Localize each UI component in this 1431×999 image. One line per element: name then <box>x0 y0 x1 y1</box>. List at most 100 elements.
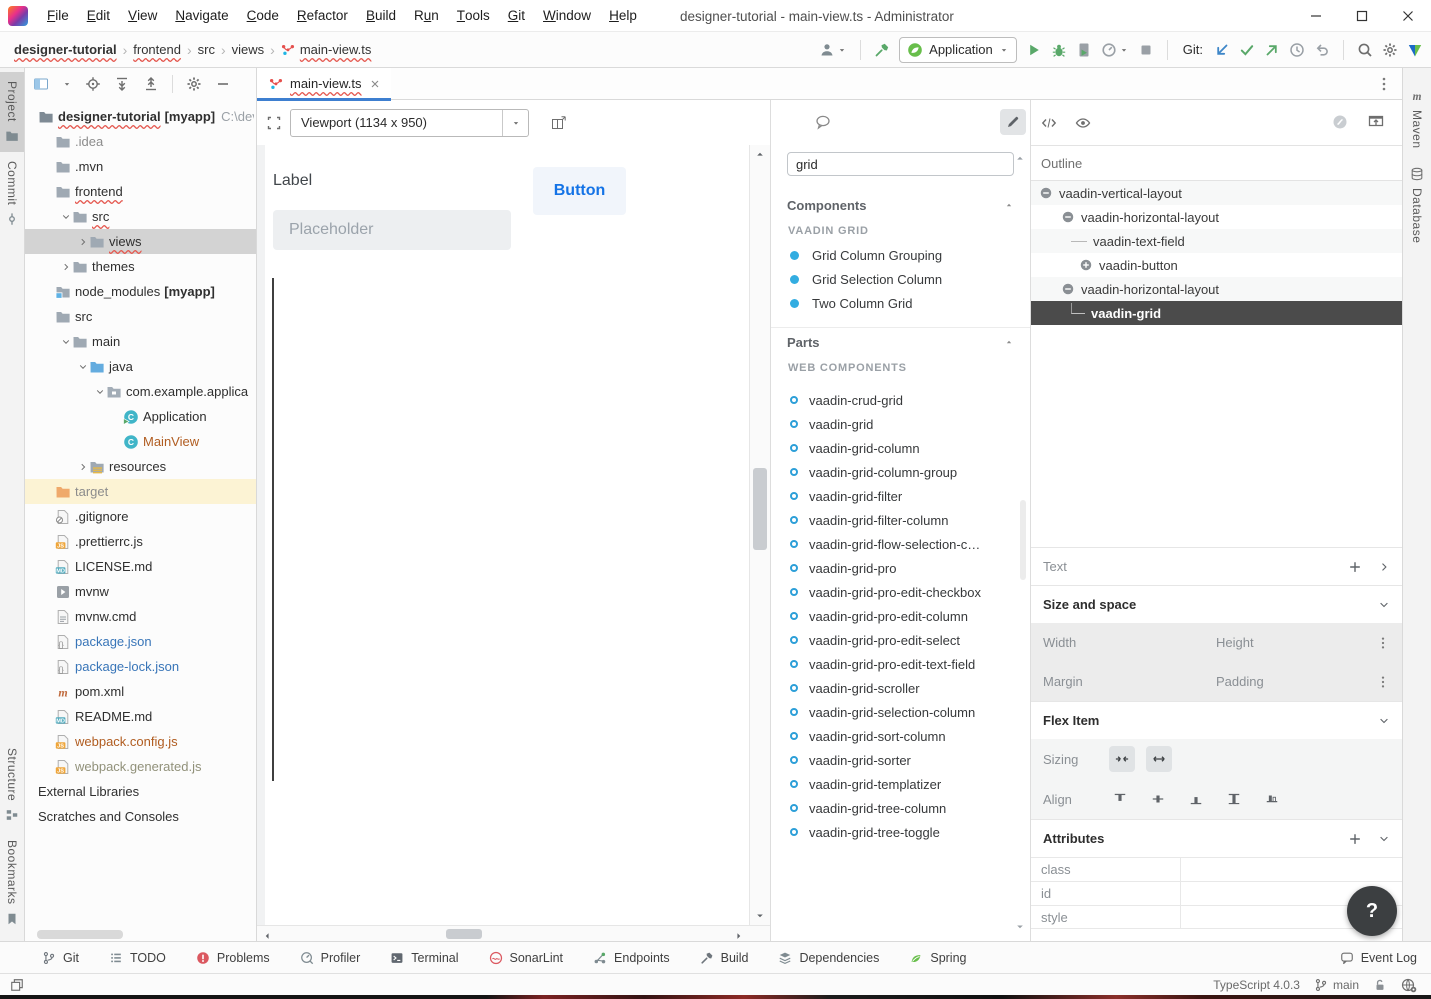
translation-settings-icon[interactable] <box>1401 977 1417 993</box>
view-source-icon[interactable] <box>1041 115 1057 131</box>
menu-git[interactable]: Git <box>499 0 534 31</box>
canvas-vertical-scrollbar[interactable] <box>749 145 770 925</box>
expand-node-icon[interactable] <box>1079 258 1093 272</box>
tree-item-com-example-applica[interactable]: com.example.applica <box>25 379 256 404</box>
outline-node-vaadin-vertical-layout[interactable]: vaadin-vertical-layout <box>1031 181 1402 205</box>
toolwindow-git[interactable]: Git <box>42 951 79 965</box>
project-settings-icon[interactable] <box>186 76 202 92</box>
outline-node-vaadin-text-field[interactable]: vaadin-text-field <box>1031 229 1402 253</box>
menu-help[interactable]: Help <box>600 0 646 31</box>
canvas-horizontal-scrollbar[interactable] <box>257 925 770 941</box>
outline-node-vaadin-horizontal-layout[interactable]: vaadin-horizontal-layout <box>1031 277 1402 301</box>
part-vaadin-grid-scroller[interactable]: vaadin-grid-scroller <box>771 676 1030 700</box>
tree-item-main[interactable]: main <box>25 329 256 354</box>
stripe-item-project[interactable]: Project <box>0 72 24 152</box>
palette-scroll-up-icon[interactable] <box>1015 153 1025 163</box>
typescript-status[interactable]: TypeScript 4.0.3 <box>1213 978 1300 992</box>
part-vaadin-grid-filter-column[interactable]: vaadin-grid-filter-column <box>771 508 1030 532</box>
scroll-left-icon[interactable] <box>262 931 272 941</box>
preview-eye-icon[interactable] <box>1075 115 1091 131</box>
tree-item-pom-xml[interactable]: mpom.xml <box>25 679 256 704</box>
menu-refactor[interactable]: Refactor <box>288 0 357 31</box>
commit-button[interactable] <box>1239 42 1255 58</box>
scroll-up-icon[interactable] <box>755 149 765 159</box>
close-button[interactable] <box>1385 0 1431 31</box>
canvas-label-element[interactable]: Label <box>273 171 312 191</box>
scroll-down-icon[interactable] <box>755 911 765 921</box>
align-bottom-button[interactable] <box>1185 788 1207 810</box>
close-tab-icon[interactable] <box>369 78 381 90</box>
component-two-column-grid[interactable]: Two Column Grid <box>771 291 1030 315</box>
tree-item-mainview[interactable]: CMainView <box>25 429 256 454</box>
tree-item--idea[interactable]: .idea <box>25 129 256 154</box>
toolwindow-profiler[interactable]: Profiler <box>300 951 361 965</box>
breadcrumb-designer-tutorial[interactable]: designer-tutorial <box>10 40 121 59</box>
collapse-node-icon[interactable] <box>1061 282 1075 296</box>
tree-item-target[interactable]: target <box>25 479 256 504</box>
field-padding[interactable]: Padding <box>1216 674 1376 689</box>
stripe-item-commit[interactable]: Commit <box>0 152 24 235</box>
history-button[interactable] <box>1289 42 1305 58</box>
viewport-select[interactable]: Viewport (1134 x 950) <box>290 109 529 137</box>
outline-node-vaadin-grid[interactable]: vaadin-grid <box>1031 301 1402 325</box>
menu-window[interactable]: Window <box>534 0 600 31</box>
maximize-button[interactable] <box>1339 0 1385 31</box>
feedback-bubble-icon[interactable] <box>815 114 831 130</box>
add-attribute-icon[interactable] <box>1348 832 1362 846</box>
collapse-node-icon[interactable] <box>1039 186 1053 200</box>
breadcrumb-main-view-ts[interactable]: main-view.ts <box>277 40 376 59</box>
stripe-item-database[interactable]: Database <box>1403 158 1431 252</box>
tree-item-src[interactable]: src <box>25 204 256 229</box>
breadcrumb-views[interactable]: views <box>228 40 269 59</box>
scroll-right-icon[interactable] <box>734 931 744 941</box>
size-section-header[interactable]: Size and space <box>1031 585 1402 623</box>
debug-button[interactable] <box>1051 42 1067 58</box>
tree-item-resources[interactable]: resources <box>25 454 256 479</box>
align-baseline-button[interactable] <box>1261 788 1283 810</box>
part-vaadin-grid-pro-edit-column[interactable]: vaadin-grid-pro-edit-column <box>771 604 1030 628</box>
open-in-browser-icon[interactable] <box>1368 113 1384 129</box>
breadcrumb-src[interactable]: src <box>194 40 219 59</box>
design-canvas[interactable]: Label Button Placeholder <box>265 145 749 925</box>
select-frame-icon[interactable] <box>266 115 282 131</box>
part-vaadin-grid-column-group[interactable]: vaadin-grid-column-group <box>771 460 1030 484</box>
part-vaadin-grid-pro-edit-select[interactable]: vaadin-grid-pro-edit-select <box>771 628 1030 652</box>
project-horizontal-scrollbar[interactable] <box>37 930 123 939</box>
chevron-right-icon[interactable] <box>1378 561 1390 573</box>
lock-icon[interactable] <box>1373 978 1387 992</box>
viewport-caret[interactable] <box>502 110 528 136</box>
toolwindow-endpoints[interactable]: Endpoints <box>593 951 670 965</box>
toolwindow-todo[interactable]: TODO <box>109 951 166 965</box>
toolwindow-event-log[interactable]: Event Log <box>1340 951 1417 965</box>
part-vaadin-grid-pro[interactable]: vaadin-grid-pro <box>771 556 1030 580</box>
collapse-all-icon[interactable] <box>143 76 159 92</box>
tab-main-view[interactable]: main-view.ts <box>257 68 391 100</box>
tree-item-package-json[interactable]: {}package.json <box>25 629 256 654</box>
git-branch-widget[interactable]: main <box>1314 978 1359 992</box>
align-center-button[interactable] <box>1147 788 1169 810</box>
part-vaadin-grid-pro-edit-checkbox[interactable]: vaadin-grid-pro-edit-checkbox <box>771 580 1030 604</box>
toolwindow-problems[interactable]: Problems <box>196 951 270 965</box>
part-vaadin-grid-filter[interactable]: vaadin-grid-filter <box>771 484 1030 508</box>
part-vaadin-grid-templatizer[interactable]: vaadin-grid-templatizer <box>771 772 1030 796</box>
menu-view[interactable]: View <box>119 0 166 31</box>
tree-item-webpack-config-js[interactable]: JSwebpack.config.js <box>25 729 256 754</box>
menu-code[interactable]: Code <box>238 0 288 31</box>
build-project-button[interactable] <box>874 42 890 58</box>
canvas-text-field-element[interactable]: Placeholder <box>273 210 511 250</box>
field-width[interactable]: Width <box>1043 635 1216 650</box>
part-vaadin-grid[interactable]: vaadin-grid <box>771 412 1030 436</box>
align-stretch-button[interactable] <box>1223 788 1245 810</box>
breadcrumb-frontend[interactable]: frontend <box>129 40 185 59</box>
outline-node-vaadin-button[interactable]: vaadin-button <box>1031 253 1402 277</box>
update-project-button[interactable] <box>1214 42 1230 58</box>
toolwindow-terminal[interactable]: Terminal <box>390 951 458 965</box>
panel-view-icon[interactable] <box>33 76 49 92</box>
stripe-item-maven[interactable]: mMaven <box>1403 80 1431 158</box>
sizing-shrink-button[interactable] <box>1109 746 1135 772</box>
components-section-header[interactable]: Components <box>771 191 1030 219</box>
palette-scroll-down-icon[interactable] <box>1015 922 1025 932</box>
locate-file-icon[interactable] <box>85 76 101 92</box>
parts-section-header[interactable]: Parts <box>771 328 1030 356</box>
expand-all-icon[interactable] <box>114 76 130 92</box>
